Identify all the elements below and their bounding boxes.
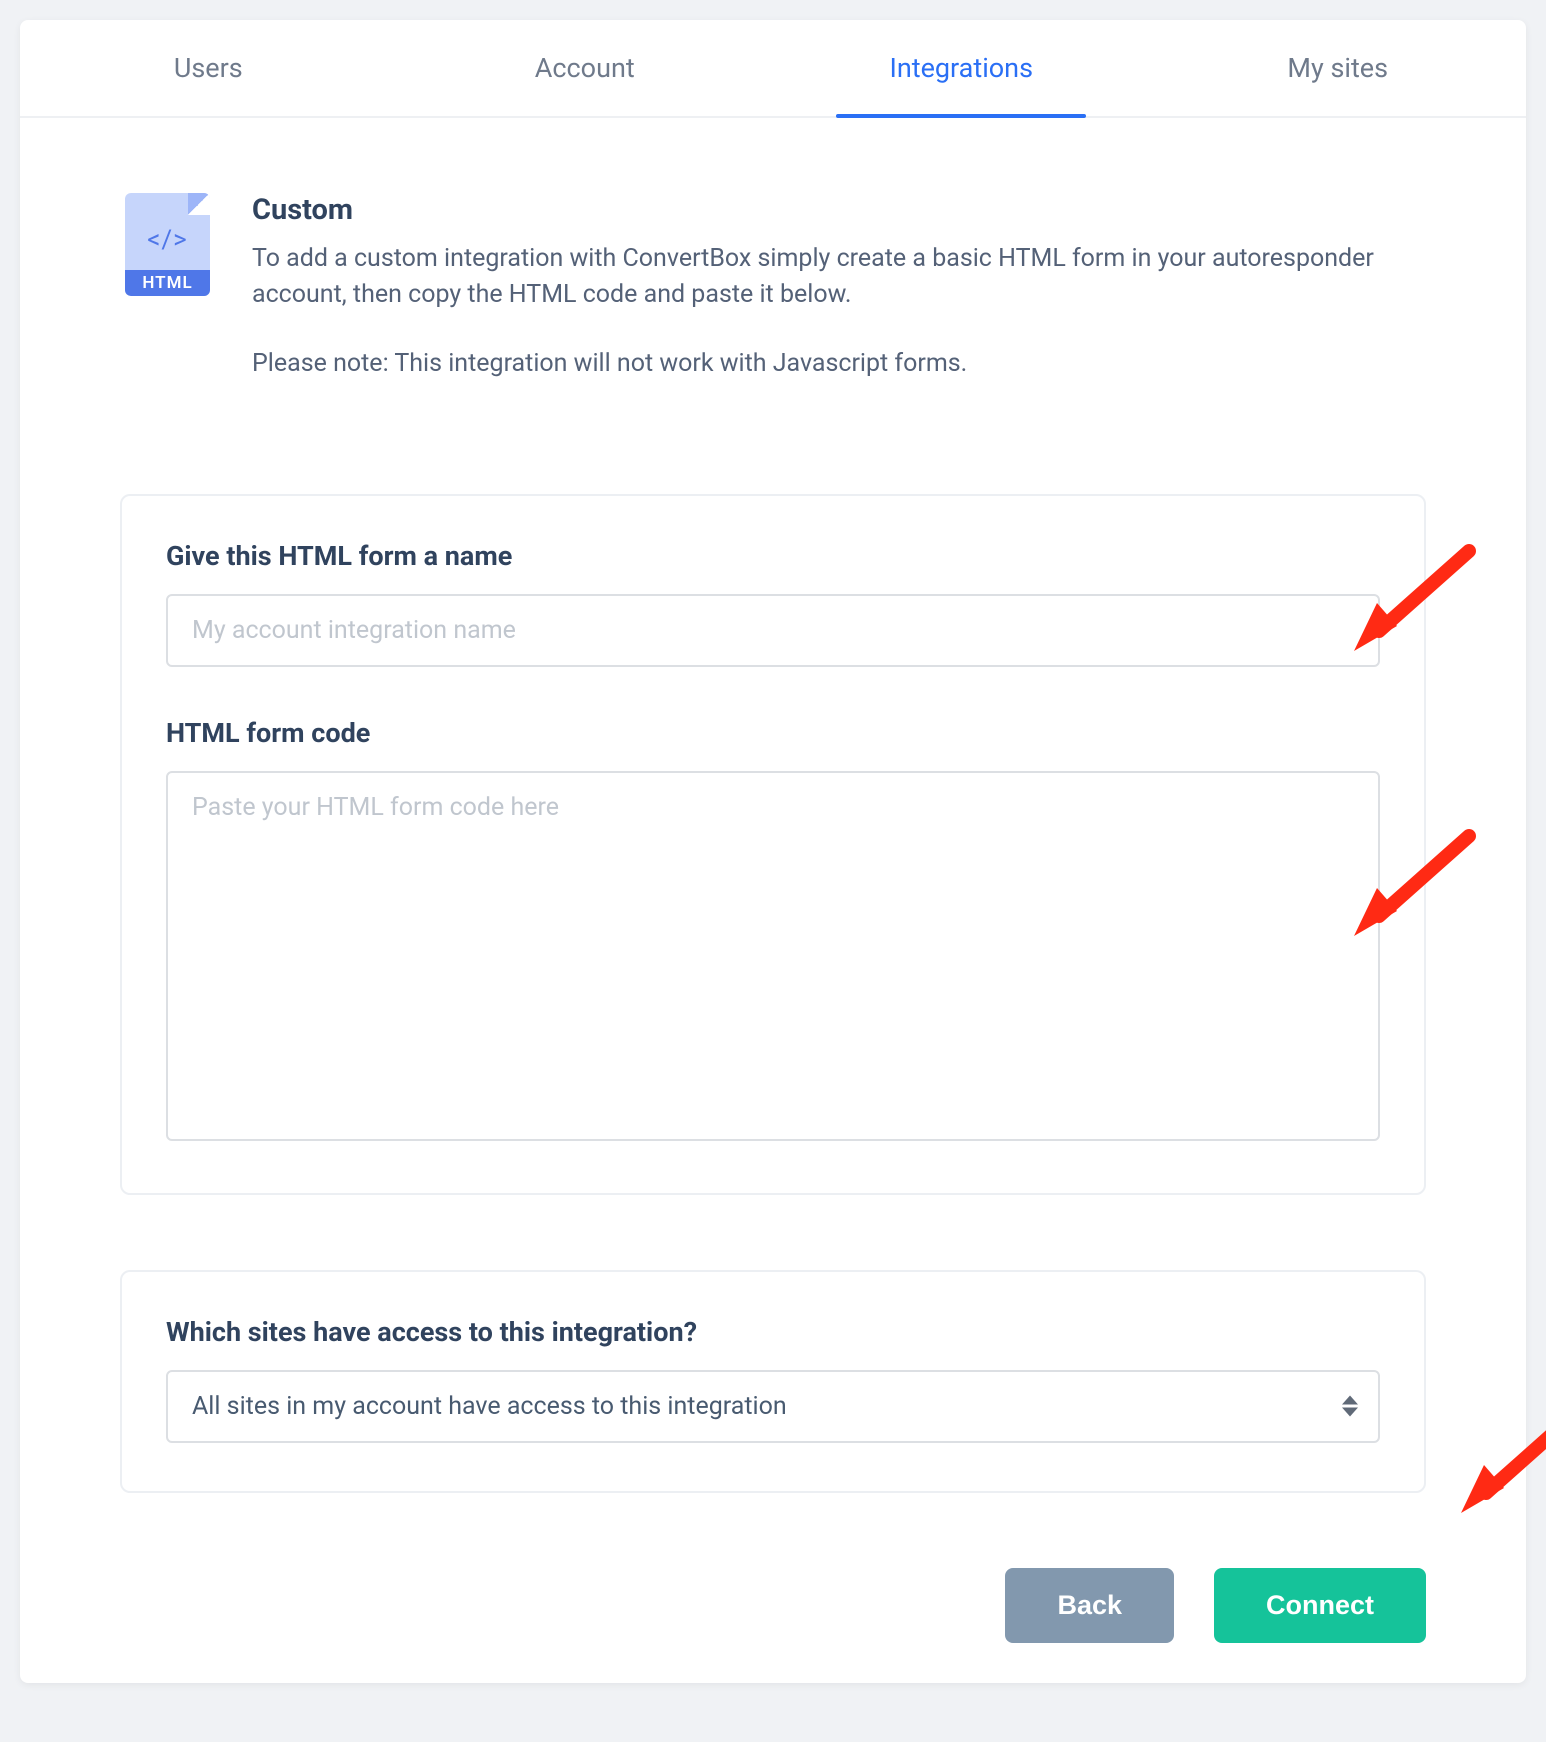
tabs-bar: Users Account Integrations My sites xyxy=(20,20,1526,118)
html-badge: HTML xyxy=(125,270,210,296)
integration-intro: </> HTML Custom To add a custom integrat… xyxy=(20,118,1526,454)
tab-my-sites[interactable]: My sites xyxy=(1150,20,1527,116)
sites-access-select[interactable]: All sites in my account have access to t… xyxy=(166,1370,1380,1443)
code-label: HTML form code xyxy=(166,717,1380,749)
tab-label: Integrations xyxy=(889,52,1033,84)
integration-title: Custom xyxy=(252,193,1446,227)
actions-row: Back Connect xyxy=(20,1493,1526,1643)
access-select-wrap: All sites in my account have access to t… xyxy=(166,1370,1380,1443)
tab-label: My sites xyxy=(1287,52,1388,84)
intro-text: Custom To add a custom integration with … xyxy=(252,193,1446,414)
access-label: Which sites have access to this integrat… xyxy=(166,1316,1380,1348)
settings-card: Users Account Integrations My sites </> … xyxy=(20,20,1526,1683)
name-label: Give this HTML form a name xyxy=(166,540,1380,572)
tab-account[interactable]: Account xyxy=(397,20,774,116)
access-panel: Which sites have access to this integrat… xyxy=(120,1270,1426,1493)
form-panel: Give this HTML form a name HTML form cod… xyxy=(120,494,1426,1195)
html-file-icon: </> HTML xyxy=(125,193,210,414)
integration-name-input[interactable] xyxy=(166,594,1380,667)
html-code-textarea[interactable] xyxy=(166,771,1380,1141)
tab-label: Account xyxy=(535,52,635,84)
tab-integrations[interactable]: Integrations xyxy=(773,20,1150,116)
tab-users[interactable]: Users xyxy=(20,20,397,116)
annotation-arrow-icon xyxy=(1446,1403,1546,1523)
code-glyph: </> xyxy=(147,225,188,255)
connect-button[interactable]: Connect xyxy=(1214,1568,1426,1643)
tab-label: Users xyxy=(174,52,243,84)
back-button[interactable]: Back xyxy=(1005,1568,1174,1643)
integration-description: To add a custom integration with Convert… xyxy=(252,241,1446,314)
integration-note: Please note: This integration will not w… xyxy=(252,346,1446,382)
